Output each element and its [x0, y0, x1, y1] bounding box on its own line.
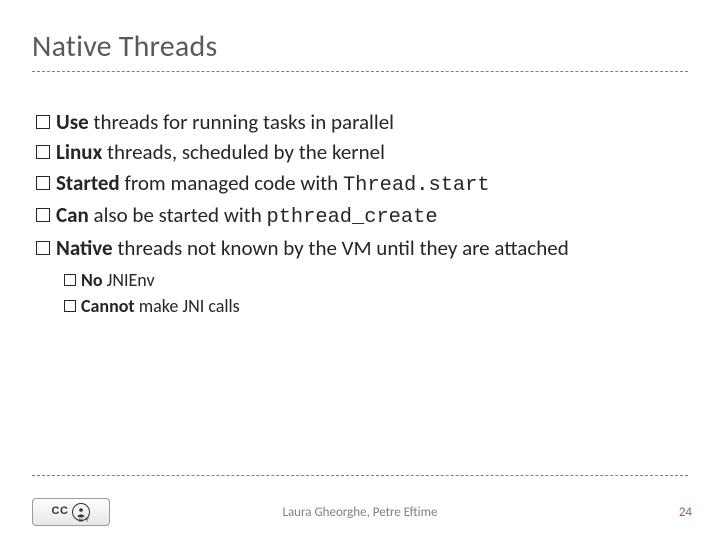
bullet-item: Can also be started with pthread_create [36, 201, 688, 232]
bullet-item: Native threads not known by the VM until… [36, 234, 688, 262]
bullet-text: also be started with [89, 202, 267, 228]
title-divider [32, 71, 688, 72]
bullet-text: JNIEnv [103, 269, 155, 291]
square-bullet-icon [36, 208, 50, 222]
square-bullet-icon [36, 115, 50, 129]
bullet-text: make JNI calls [135, 295, 240, 317]
sub-bullet-list: No JNIEnv Cannot make JNI calls [64, 268, 688, 319]
footer-authors: Laura Gheorghe, Petre Eftime [0, 505, 720, 520]
square-bullet-icon [64, 300, 76, 312]
bullet-list: Use threads for running tasks in paralle… [36, 108, 688, 319]
sub-bullet-item: No JNIEnv [64, 268, 688, 292]
bullet-lead: Can [56, 202, 89, 228]
bullet-lead: Linux [56, 139, 102, 165]
square-bullet-icon [64, 274, 76, 286]
bullet-text: threads, scheduled by the kernel [102, 139, 385, 165]
bullet-item: Started from managed code with Thread.st… [36, 169, 688, 200]
sub-bullet-item: Cannot make JNI calls [64, 294, 688, 318]
bullet-item: Use threads for running tasks in paralle… [36, 108, 688, 136]
bullet-lead: Cannot [81, 295, 135, 317]
page-number: 24 [679, 505, 692, 520]
bullet-lead: Use [56, 109, 89, 135]
bullet-lead: Native [56, 235, 113, 261]
square-bullet-icon [36, 241, 50, 255]
bullet-lead: No [81, 269, 103, 291]
bullet-text: from managed code with [120, 170, 343, 196]
bullet-code: pthread_create [266, 206, 437, 229]
bullet-text: threads not known by the VM until they a… [113, 235, 569, 261]
bullet-code: Thread.start [343, 174, 490, 197]
square-bullet-icon [36, 176, 50, 190]
bullet-lead: Started [56, 170, 120, 196]
bullet-item: Linux threads, scheduled by the kernel [36, 138, 688, 166]
footer-divider [32, 475, 688, 476]
square-bullet-icon [36, 145, 50, 159]
bullet-text: threads for running tasks in parallel [89, 109, 394, 135]
slide-title: Native Threads [32, 28, 688, 65]
slide: Native Threads Use threads for running t… [0, 0, 720, 319]
